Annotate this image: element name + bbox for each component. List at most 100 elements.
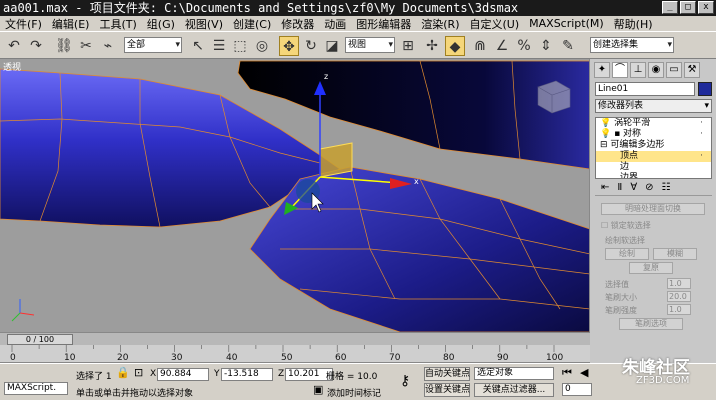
- minimize-button[interactable]: _: [662, 1, 678, 14]
- select-link-icon[interactable]: ⛓: [54, 36, 74, 56]
- utilities-tab-icon[interactable]: ⚒: [684, 62, 700, 78]
- menu-modifiers[interactable]: 修改器: [276, 16, 319, 32]
- gizmo-plane-handle[interactable]: [319, 142, 353, 178]
- command-panel-tabs: ✦ ⌒ ⊥ ◉ ▭ ⚒: [594, 62, 700, 80]
- brush-strength-label: 笔刷强度: [605, 306, 637, 315]
- menu-tools[interactable]: 工具(T): [94, 16, 141, 32]
- reference-coord-dropdown[interactable]: 视图: [345, 37, 395, 53]
- paint-button[interactable]: 绘制: [605, 248, 649, 260]
- status-bar: MAXScript. 选择了 1 🔒 ⊡ X 90.884 Y -13.518 …: [0, 363, 716, 400]
- brush-size-label: 笔刷大小: [605, 293, 637, 302]
- select-move-icon[interactable]: ✥: [279, 36, 299, 56]
- key-filters-button[interactable]: 关键点过滤器...: [474, 383, 554, 397]
- viewport-label[interactable]: 透视: [3, 60, 21, 73]
- add-time-tag[interactable]: 添加时间标记: [327, 386, 381, 399]
- maximize-button[interactable]: □: [680, 1, 696, 14]
- select-by-name-icon[interactable]: ☰: [209, 36, 229, 56]
- expand-icon[interactable]: ⊟: [600, 140, 608, 150]
- z-label: Z: [278, 369, 285, 379]
- motion-tab-icon[interactable]: ◉: [648, 62, 664, 78]
- time-tag-icon[interactable]: ▣: [313, 383, 323, 397]
- current-frame-field[interactable]: 0: [562, 383, 592, 396]
- menu-rendering[interactable]: 渲染(R): [416, 16, 464, 32]
- object-name-field[interactable]: Line01: [595, 82, 695, 96]
- auto-key-button[interactable]: 自动关键点: [424, 367, 470, 381]
- keyboard-shortcut-icon[interactable]: ◆: [445, 36, 465, 56]
- bind-spacewarp-icon[interactable]: ⌁: [98, 36, 118, 56]
- lock-soft-selection-checkbox[interactable]: ☐ 锁定软选择: [601, 220, 651, 231]
- menu-animation[interactable]: 动画: [319, 16, 351, 32]
- edit-named-selection-icon[interactable]: ✎: [558, 36, 578, 56]
- revert-button[interactable]: 复原: [629, 262, 673, 274]
- create-tab-icon[interactable]: ✦: [594, 62, 610, 78]
- brush-strength-spinner[interactable]: 1.0: [667, 304, 691, 315]
- track-bar[interactable]: 0 10 20 30 40 50 60 70 80 90 100: [0, 345, 590, 363]
- select-rotate-icon[interactable]: ↻: [301, 36, 321, 56]
- tick-label: 80: [443, 353, 455, 363]
- time-slider[interactable]: 0 / 100: [7, 334, 73, 345]
- rect-selection-icon[interactable]: ⬚: [230, 36, 250, 56]
- bulb-icon[interactable]: 💡: [600, 129, 611, 139]
- hierarchy-tab-icon[interactable]: ⊥: [630, 62, 646, 78]
- menu-views[interactable]: 视图(V): [180, 16, 228, 32]
- set-key-button[interactable]: 设置关键点: [424, 383, 470, 397]
- perspective-viewport[interactable]: z x 透视: [0, 59, 590, 332]
- window-crossing-icon[interactable]: ◎: [252, 36, 272, 56]
- modify-tab-icon[interactable]: ⌒: [612, 62, 628, 78]
- menu-file[interactable]: 文件(F): [0, 16, 47, 32]
- maxscript-listener[interactable]: MAXScript.: [4, 382, 68, 395]
- redo-icon[interactable]: ↷: [26, 36, 46, 56]
- set-key-icon[interactable]: ⚷: [400, 374, 410, 388]
- pin-stack-icon[interactable]: ⇤: [601, 182, 609, 195]
- angle-snap-icon[interactable]: ∠: [492, 36, 512, 56]
- percent-snap-icon[interactable]: %: [514, 36, 534, 56]
- absolute-mode-icon[interactable]: ⊡: [134, 366, 143, 380]
- window-title: aa001.max - 项目文件夹: C:\Documents and Sett…: [3, 1, 519, 15]
- stack-item-vertex[interactable]: 顶点 ·: [596, 151, 711, 162]
- select-scale-icon[interactable]: ◪: [322, 36, 342, 56]
- close-button[interactable]: x: [698, 1, 714, 14]
- lock-selection-icon[interactable]: 🔒: [116, 366, 130, 380]
- selection-filter-dropdown[interactable]: 全部: [124, 37, 182, 53]
- configure-sets-icon[interactable]: ☷: [662, 182, 671, 195]
- menu-create[interactable]: 创建(C): [228, 16, 276, 32]
- modifier-list-dropdown[interactable]: 修改器列表: [595, 99, 712, 113]
- goto-start-icon[interactable]: ⏮: [562, 366, 572, 380]
- menu-edit[interactable]: 编辑(E): [47, 16, 95, 32]
- selection-value-spinner[interactable]: 1.0: [667, 278, 691, 289]
- stack-item-symmetry[interactable]: 💡 ▪ 对称 ·: [596, 129, 711, 140]
- remove-modifier-icon[interactable]: ⊘: [645, 182, 653, 195]
- blur-button[interactable]: 模糊: [653, 248, 697, 260]
- display-tab-icon[interactable]: ▭: [666, 62, 682, 78]
- menu-maxscript[interactable]: MAXScript(M): [524, 17, 609, 30]
- snap-toggle-icon[interactable]: ⋒: [470, 36, 490, 56]
- unlink-icon[interactable]: ✂: [76, 36, 96, 56]
- object-color-swatch[interactable]: [698, 82, 712, 96]
- time-slider-track[interactable]: 0 / 100: [0, 332, 590, 345]
- bulb-icon[interactable]: 💡: [600, 118, 611, 128]
- shaded-face-toggle-button[interactable]: 明暗处理面切换: [601, 203, 705, 215]
- spinner-snap-icon[interactable]: ⇕: [536, 36, 556, 56]
- stack-item-editable-poly[interactable]: ⊟ 可编辑多边形: [596, 140, 711, 151]
- menu-group[interactable]: 组(G): [142, 16, 180, 32]
- stack-item-turbosmooth[interactable]: 💡 涡轮平滑 ·: [596, 118, 711, 129]
- stack-item-edge[interactable]: 边: [596, 162, 711, 173]
- prev-frame-icon[interactable]: ◀: [580, 366, 588, 380]
- y-coordinate-field[interactable]: -13.518: [221, 368, 273, 381]
- make-unique-icon[interactable]: ∀: [630, 182, 637, 195]
- tick-label: 90: [497, 353, 509, 363]
- select-object-icon[interactable]: ↖: [188, 36, 208, 56]
- x-coordinate-field[interactable]: 90.884: [157, 368, 209, 381]
- menu-help[interactable]: 帮助(H): [609, 16, 658, 32]
- brush-size-spinner[interactable]: 20.0: [667, 291, 691, 302]
- undo-icon[interactable]: ↶: [4, 36, 24, 56]
- brush-options-button[interactable]: 笔刷选项: [619, 318, 683, 330]
- stack-item-border[interactable]: 边界: [596, 173, 711, 178]
- pivot-center-icon[interactable]: ⊞: [398, 36, 418, 56]
- named-selection-dropdown[interactable]: 创建选择集: [590, 37, 674, 53]
- show-end-result-icon[interactable]: Ⅱ: [617, 182, 622, 195]
- key-mode-dropdown[interactable]: 选定对象: [474, 367, 554, 380]
- menu-graph-editors[interactable]: 图形编辑器: [351, 16, 416, 32]
- menu-customize[interactable]: 自定义(U): [465, 16, 525, 32]
- select-manipulate-icon[interactable]: ✢: [422, 36, 442, 56]
